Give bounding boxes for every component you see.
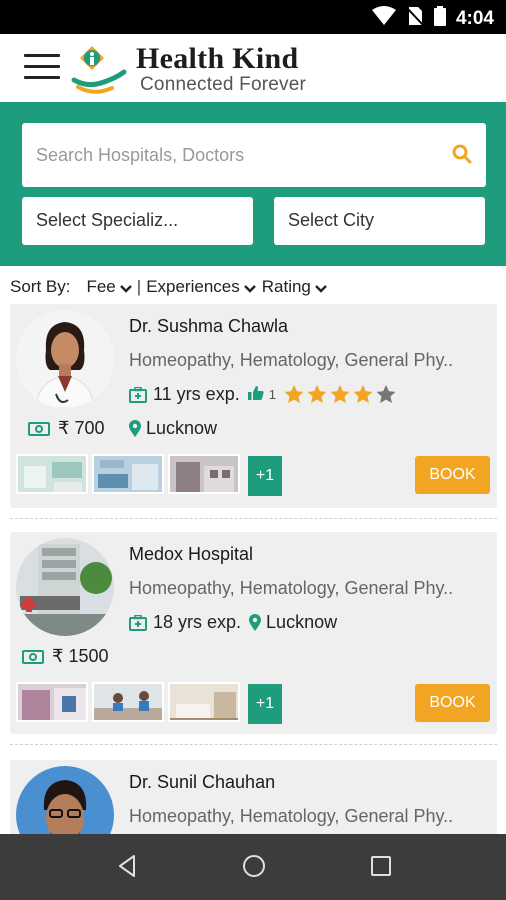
hospital-name[interactable]: Medox Hospital xyxy=(129,544,253,565)
sort-label: Sort By: xyxy=(10,277,71,296)
hospital-card[interactable]: Medox Hospital Homeopathy, Hematology, G… xyxy=(10,532,497,734)
book-button[interactable]: BOOK xyxy=(415,456,490,494)
no-sim-icon xyxy=(406,6,424,31)
card-divider xyxy=(10,744,497,745)
consultation-fee: ₹ 1500 xyxy=(22,646,109,667)
app-subtitle: Connected Forever xyxy=(140,74,307,95)
location-pin-icon xyxy=(249,613,262,632)
thumbs-up-icon xyxy=(247,385,264,404)
wifi-icon xyxy=(371,6,396,31)
sort-separator: | xyxy=(136,277,142,296)
clinic-photo-thumbnail[interactable] xyxy=(16,454,88,494)
star-empty-icon xyxy=(376,385,396,403)
star-filled-icon xyxy=(284,385,304,403)
fee-amount: ₹ 1500 xyxy=(52,646,109,666)
likes-count: 1 xyxy=(268,387,276,402)
money-icon xyxy=(28,421,50,436)
star-filled-icon xyxy=(353,385,373,403)
doctor-specializations: Homeopathy, Hematology, General Phy.. xyxy=(129,806,454,826)
recents-icon[interactable] xyxy=(370,854,392,883)
back-icon[interactable] xyxy=(116,854,138,883)
doctor-specializations: Homeopathy, Hematology, General Phy.. xyxy=(129,350,454,370)
sort-rating[interactable]: Rating xyxy=(262,276,327,298)
hospital-photo-thumbnail[interactable] xyxy=(16,682,88,722)
consultation-fee: ₹ 700 xyxy=(28,418,105,439)
sort-fee[interactable]: Fee xyxy=(86,276,132,298)
search-box xyxy=(22,123,486,187)
doctor-card[interactable]: Dr. Sushma Chawla Homeopathy, Hematology… xyxy=(10,304,497,508)
status-bar: 4:04 xyxy=(0,0,506,34)
health-kind-logo xyxy=(70,40,128,96)
sort-experiences[interactable]: Experiences xyxy=(146,276,256,298)
experience-text: 18 yrs exp. xyxy=(153,612,242,632)
sort-bar: Sort By: Fee | Experiences Rating xyxy=(10,275,327,299)
money-icon xyxy=(22,649,44,664)
app-title: Health Kind xyxy=(136,42,299,75)
results-list: Dr. Sushma Chawla Homeopathy, Hematology… xyxy=(0,304,506,834)
chevron-down-icon xyxy=(315,278,327,298)
specialization-select[interactable]: Select Specializ... xyxy=(22,197,253,245)
more-photos-button[interactable]: +1 xyxy=(248,456,282,496)
doctor-name[interactable]: Dr. Sushma Chawla xyxy=(129,316,288,337)
system-nav-bar xyxy=(0,834,506,900)
sort-experiences-label: Experiences xyxy=(146,277,240,296)
search-icon[interactable] xyxy=(452,144,472,169)
star-filled-icon xyxy=(307,385,327,403)
book-button[interactable]: BOOK xyxy=(415,684,490,722)
sort-fee-label: Fee xyxy=(86,277,116,296)
app-bar: Health Kind Connected Forever xyxy=(0,34,506,102)
experience-text: 11 yrs exp. xyxy=(153,384,240,404)
search-input[interactable] xyxy=(36,141,436,169)
fee-amount: ₹ 700 xyxy=(58,418,105,438)
medical-kit-icon xyxy=(129,386,147,403)
hospital-specializations: Homeopathy, Hematology, General Phy.. xyxy=(129,578,454,598)
hospital-photo-thumbnail[interactable] xyxy=(92,682,164,722)
chevron-down-icon xyxy=(243,278,256,298)
location-text: Lucknow xyxy=(146,418,218,438)
doctor-avatar xyxy=(16,766,114,834)
card-divider xyxy=(10,518,497,519)
chevron-down-icon xyxy=(119,278,132,298)
doctor-avatar xyxy=(16,310,114,408)
hospital-avatar xyxy=(16,538,114,636)
doctor-name[interactable]: Dr. Sunil Chauhan xyxy=(129,772,275,793)
medical-kit-icon xyxy=(129,614,147,631)
clinic-photo-thumbnail[interactable] xyxy=(168,454,240,494)
location-pin-icon xyxy=(129,419,141,438)
clinic-photo-thumbnail[interactable] xyxy=(92,454,164,494)
doctor-meta: 11 yrs exp. 1 xyxy=(129,384,399,405)
doctor-location: Lucknow xyxy=(129,418,217,439)
home-icon[interactable] xyxy=(242,854,266,883)
more-photos-button[interactable]: +1 xyxy=(248,684,282,724)
battery-icon xyxy=(433,6,446,31)
search-panel: Select Specializ... Select City xyxy=(0,102,506,266)
star-filled-icon xyxy=(330,385,350,403)
menu-icon[interactable] xyxy=(24,54,60,80)
rating-stars xyxy=(284,385,399,404)
hospital-photo-thumbnail[interactable] xyxy=(168,682,240,722)
sort-rating-label: Rating xyxy=(261,277,311,296)
city-select[interactable]: Select City xyxy=(274,197,485,245)
hospital-meta: 18 yrs exp. Lucknow xyxy=(129,612,337,633)
location-text: Lucknow xyxy=(266,612,338,632)
clock: 4:04 xyxy=(455,7,494,29)
doctor-card[interactable]: Dr. Sunil Chauhan Homeopathy, Hematology… xyxy=(10,760,497,834)
likes: 1 xyxy=(247,385,276,404)
